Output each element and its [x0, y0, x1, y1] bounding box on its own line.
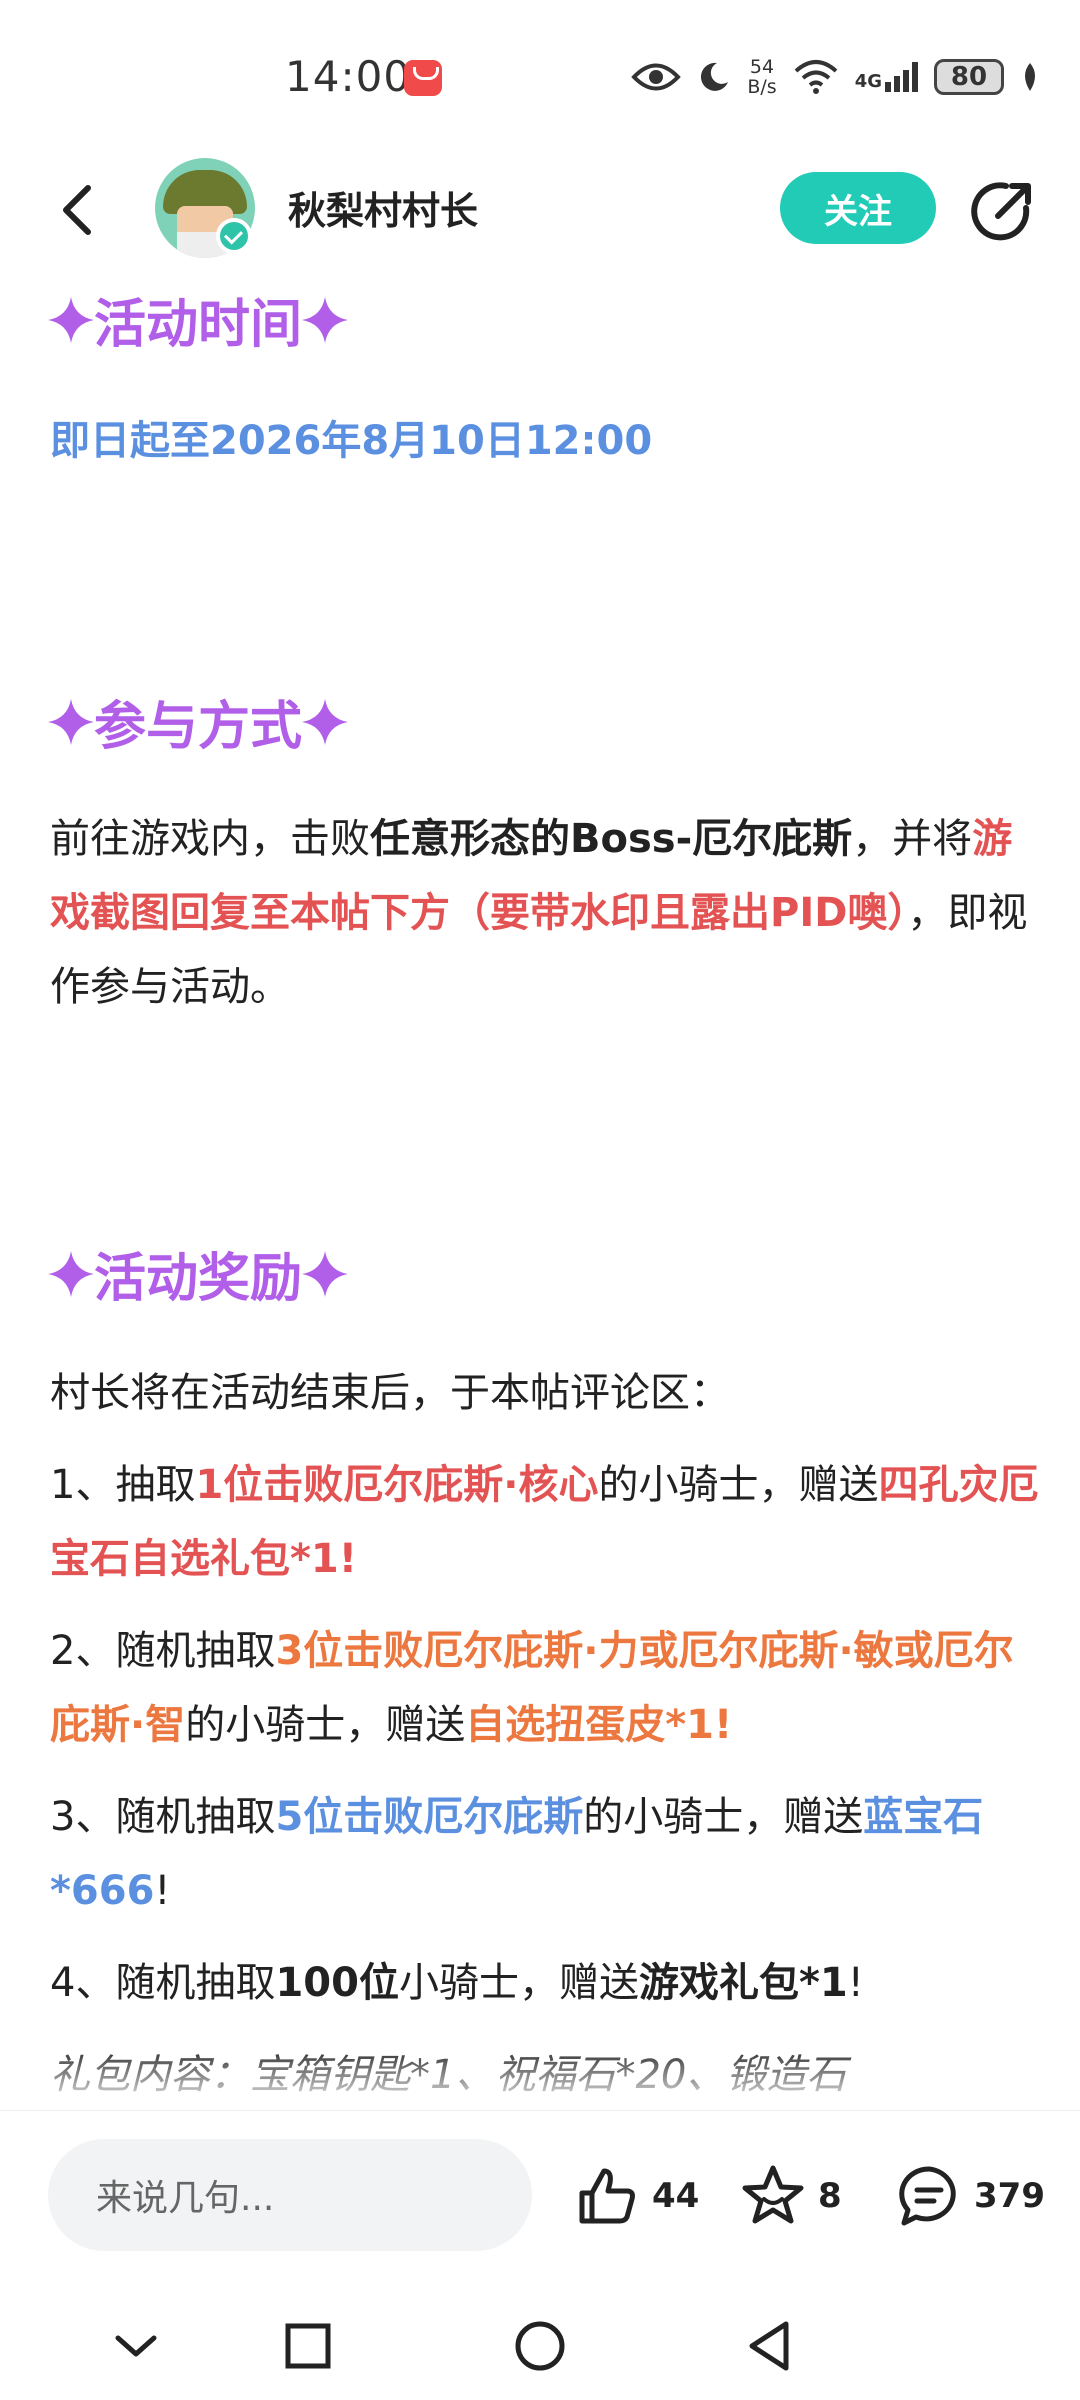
activity-time-text: 即日起至2026年8月10日12:00 [50, 418, 653, 464]
reward-item-3: 3、随机抽取5位击败厄尔庇斯的小骑士，赠送蓝宝石*666! [50, 1794, 984, 1914]
section-title-activity-time: 活动时间 [48, 282, 349, 357]
network-speed: 54 B/s [747, 56, 777, 98]
sparkle-star-icon [302, 1250, 349, 1297]
back-triangle-icon[interactable] [742, 2318, 798, 2374]
bottom-action-bar: 来说几句... 44 8 379 [0, 2110, 1080, 2291]
comment-bubble-icon [899, 2166, 956, 2226]
status-icons: 54 B/s 4G 80 [631, 52, 1040, 102]
battery-indicator: 80 [934, 59, 1004, 95]
comment-button[interactable]: 379 [896, 2151, 1045, 2241]
eye-comfort-icon [631, 63, 682, 91]
status-time: 14:00 [285, 52, 412, 101]
home-circle-icon[interactable] [512, 2318, 568, 2374]
content-fade [0, 2050, 1080, 2110]
post-content[interactable]: 活动时间 即日起至2026年8月10日12:00 参与方式 前往游戏内，击败任意… [0, 270, 1080, 2110]
follow-button[interactable]: 关注 [780, 172, 936, 244]
sparkle-star-icon [48, 1250, 94, 1297]
participation-paragraph: 前往游戏内，击败任意形态的Boss-厄尔庇斯，并将游戏截图回复至本帖下方（要带水… [50, 816, 1028, 1010]
star-icon [742, 2165, 804, 2224]
do-not-disturb-moon-icon [701, 62, 729, 91]
reward-item-2: 2、随机抽取3位击败厄尔庇斯·力或厄尔庇斯·敏或厄尔庇斯·智的小骑士，赠送自选扭… [50, 1628, 1014, 1748]
sparkle-star-icon [302, 698, 349, 745]
sparkle-star-icon [302, 296, 349, 343]
post-header: 秋梨村村长 关注 [0, 150, 1080, 270]
favorite-button[interactable]: 8 [740, 2151, 842, 2241]
reward-item-4: 4、随机抽取100位小骑士，赠送游戏礼包*1! [50, 1960, 864, 2006]
status-bar: 14:00 54 B/s 4G 80 [0, 0, 1080, 150]
favorite-count: 8 [818, 2176, 842, 2216]
power-saving-leaf-icon [1025, 63, 1035, 91]
reward-item-1: 1、抽取1位击败厄尔庇斯·核心的小骑士，赠送四孔灾厄宝石自选礼包*1! [50, 1462, 1039, 1582]
comment-count: 379 [974, 2176, 1045, 2216]
system-nav-bar [0, 2290, 1080, 2400]
wifi-icon [794, 60, 838, 94]
app-store-notification-icon [404, 60, 442, 96]
reward-intro: 村长将在活动结束后，于本帖评论区： [50, 1370, 730, 1416]
chevron-down-icon[interactable] [108, 2318, 164, 2374]
verified-badge-icon [216, 218, 252, 254]
cellular-signal-icon: 4G [855, 62, 918, 92]
back-arrow-icon[interactable] [50, 180, 110, 240]
recents-square-icon[interactable] [280, 2318, 336, 2374]
comment-input[interactable]: 来说几句... [48, 2139, 532, 2251]
author-name[interactable]: 秋梨村村长 [288, 180, 478, 235]
sparkle-star-icon [48, 698, 94, 745]
like-count: 44 [652, 2176, 700, 2216]
share-icon[interactable] [968, 178, 1036, 246]
section-title-participation: 参与方式 [48, 684, 349, 759]
thumbs-up-icon [579, 2168, 635, 2224]
sparkle-star-icon [48, 296, 94, 343]
section-title-rewards: 活动奖励 [48, 1236, 349, 1311]
like-button[interactable]: 44 [574, 2151, 699, 2241]
